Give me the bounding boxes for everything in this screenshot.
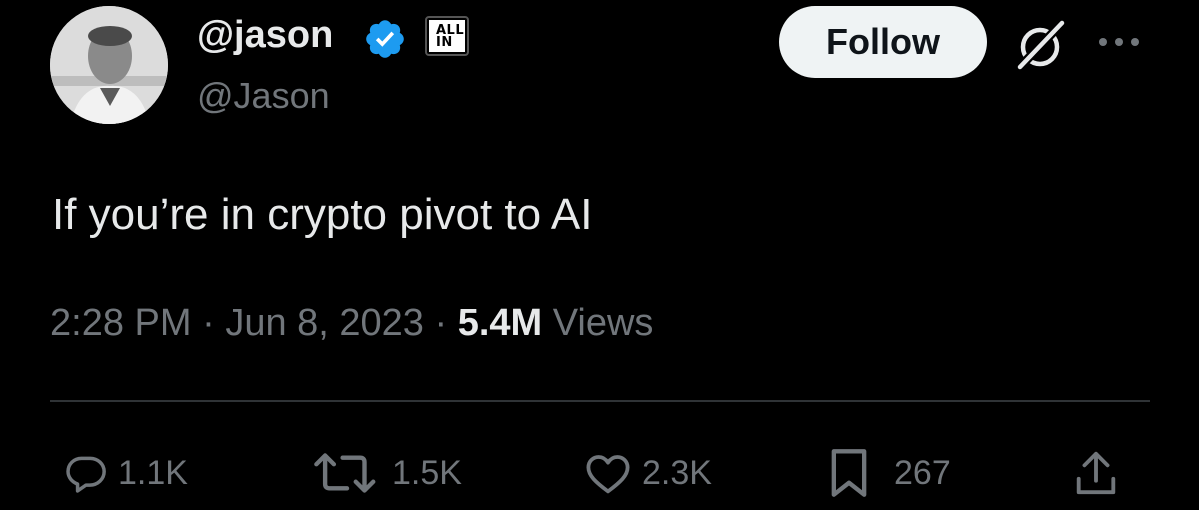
repost-icon: [314, 453, 376, 493]
meta-separator: ·: [434, 302, 448, 344]
views-count[interactable]: 5.4M: [458, 302, 542, 344]
verified-checkmark-icon: [366, 20, 404, 58]
reply-icon: [66, 456, 106, 493]
avatar[interactable]: [50, 6, 168, 124]
views-label: Views: [552, 302, 654, 344]
tweet-time[interactable]: 2:28 PM: [50, 302, 192, 344]
grok-icon[interactable]: [1012, 18, 1068, 72]
display-name[interactable]: @jason: [197, 12, 333, 58]
share-icon: [1076, 451, 1116, 495]
reply-button[interactable]: 1.1K: [64, 447, 188, 499]
tweet-date[interactable]: Jun 8, 2023: [225, 302, 424, 344]
bookmark-count: 267: [894, 453, 951, 492]
heart-icon: [586, 455, 630, 494]
affiliation-badge-line2: IN: [436, 35, 453, 50]
like-button[interactable]: 2.3K: [584, 447, 712, 499]
share-button[interactable]: [1074, 447, 1118, 499]
affiliation-badge[interactable]: ALL IN: [425, 16, 469, 56]
divider: [50, 400, 1150, 402]
like-count: 2.3K: [642, 453, 712, 492]
reply-count: 1.1K: [118, 453, 188, 492]
bookmark-icon: [831, 449, 867, 497]
avatar-photo: [50, 6, 168, 124]
tweet-text: If you’re in crypto pivot to AI: [52, 190, 593, 239]
repost-count: 1.5K: [392, 453, 462, 492]
meta-separator: ·: [202, 302, 215, 344]
user-handle[interactable]: @Jason: [197, 74, 330, 118]
bookmark-button[interactable]: 267: [826, 447, 951, 499]
more-options-icon[interactable]: [1095, 34, 1143, 50]
repost-button[interactable]: 1.5K: [312, 447, 462, 499]
follow-button[interactable]: Follow: [779, 6, 987, 78]
tweet-meta: 2:28 PM · Jun 8, 2023 · 5.4M Views: [50, 299, 653, 347]
